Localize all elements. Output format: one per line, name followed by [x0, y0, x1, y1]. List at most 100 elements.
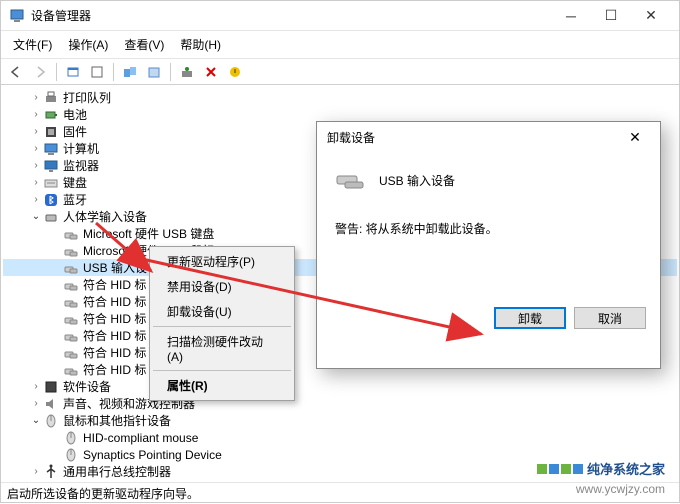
maximize-button[interactable]: ☐: [591, 2, 631, 30]
scan-hardware-button[interactable]: [176, 61, 198, 83]
software-icon: [43, 379, 59, 395]
hid-dev-icon: [63, 243, 79, 259]
tree-item-label: 鼠标和其他指针设备: [63, 412, 171, 429]
context-menu-item[interactable]: 更新驱动程序(P): [152, 249, 292, 274]
context-menu-separator: [153, 326, 291, 327]
tree-item-label: 人体学输入设备: [63, 208, 147, 225]
tree-item[interactable]: › 打印队列: [3, 89, 677, 106]
tree-item-label: Synaptics Pointing Device: [83, 448, 222, 462]
sound-icon: [43, 396, 59, 412]
menu-help[interactable]: 帮助(H): [172, 33, 229, 56]
menu-action[interactable]: 操作(A): [60, 33, 116, 56]
monitor-icon: [43, 158, 59, 174]
dialog-titlebar: 卸载设备 ✕: [317, 122, 660, 152]
tree-item-label: 计算机: [63, 140, 99, 157]
tree-item-label: 符合 HID 标: [83, 293, 146, 310]
tree-item-label: 符合 HID 标: [83, 361, 146, 378]
forward-button[interactable]: [29, 61, 51, 83]
tree-item-label: 通用串行总线控制器: [63, 463, 171, 480]
dialog-close-button[interactable]: ✕: [620, 125, 650, 149]
expander-icon[interactable]: ›: [29, 194, 43, 205]
watermark-url: www.ycwjzy.com: [576, 482, 665, 496]
dialog-ok-button[interactable]: 卸载: [494, 307, 566, 329]
tree-item-label: 键盘: [63, 174, 87, 191]
expander-icon[interactable]: ›: [29, 466, 43, 477]
expander-icon[interactable]: ›: [29, 177, 43, 188]
tree-item-label: USB 输入设备: [83, 259, 159, 276]
usb-icon: [43, 464, 59, 480]
expander-icon[interactable]: ⌄: [29, 211, 43, 222]
tree-item-label: 符合 HID 标: [83, 276, 146, 293]
tree-item-label: 蓝牙: [63, 191, 87, 208]
tree-item-label: 打印队列: [63, 89, 111, 106]
firmware-icon: [43, 124, 59, 140]
hid-dev-icon: [63, 311, 79, 327]
bluetooth-icon: [43, 192, 59, 208]
battery-icon: [43, 107, 59, 123]
context-menu-item[interactable]: 属性(R): [152, 373, 292, 398]
toolbar-icon-2[interactable]: [86, 61, 108, 83]
toolbar: [1, 59, 679, 85]
toolbar-icon-1[interactable]: [62, 61, 84, 83]
window-title: 设备管理器: [31, 7, 551, 24]
expander-icon[interactable]: ›: [29, 126, 43, 137]
expander-icon[interactable]: ›: [29, 160, 43, 171]
app-icon: [9, 8, 25, 24]
update-driver-button[interactable]: [224, 61, 246, 83]
uninstall-dialog: 卸载设备 ✕ USB 输入设备 警告: 将从系统中卸载此设备。 卸载 取消: [316, 121, 661, 369]
hid-dev-icon: [63, 260, 79, 276]
hid-dev-icon: [63, 294, 79, 310]
tree-item[interactable]: › 软件设备: [3, 378, 677, 395]
menu-bar: 文件(F) 操作(A) 查看(V) 帮助(H): [1, 31, 679, 59]
back-button[interactable]: [5, 61, 27, 83]
tree-item-label: 符合 HID 标: [83, 327, 146, 344]
tree-item-label: 软件设备: [63, 378, 111, 395]
tree-item[interactable]: HID-compliant mouse: [3, 429, 677, 446]
context-menu-separator: [153, 370, 291, 371]
watermark-brand: 纯净系统之家: [537, 459, 665, 478]
tree-item[interactable]: ›声音、视频和游戏控制器: [3, 395, 677, 412]
context-menu-item[interactable]: 扫描检测硬件改动(A): [152, 329, 292, 368]
mouse-dev-icon: [63, 430, 79, 446]
tree-item-label: HID-compliant mouse: [83, 431, 198, 445]
context-menu-item[interactable]: 卸载设备(U): [152, 299, 292, 324]
title-bar: 设备管理器 ─ ☐ ✕: [1, 1, 679, 31]
minimize-button[interactable]: ─: [551, 2, 591, 30]
expander-icon[interactable]: ›: [29, 381, 43, 392]
hid-icon: [43, 209, 59, 225]
dialog-title: 卸载设备: [327, 129, 375, 146]
device-icon: [335, 168, 367, 192]
mouse-icon: [43, 413, 59, 429]
keyboard-icon: [43, 175, 59, 191]
tree-item-label: Microsoft 硬件 USB 键盘: [83, 225, 214, 242]
tree-item[interactable]: ⌄ 鼠标和其他指针设备: [3, 412, 677, 429]
close-button[interactable]: ✕: [631, 2, 671, 30]
hid-dev-icon: [63, 362, 79, 378]
dialog-cancel-button[interactable]: 取消: [574, 307, 646, 329]
context-menu: 更新驱动程序(P)禁用设备(D)卸载设备(U) 扫描检测硬件改动(A) 属性(R): [149, 246, 295, 401]
expander-icon[interactable]: ›: [29, 398, 43, 409]
tree-item-label: 监视器: [63, 157, 99, 174]
hid-dev-icon: [63, 345, 79, 361]
toolbar-icon-4[interactable]: [143, 61, 165, 83]
hid-dev-icon: [63, 328, 79, 344]
dialog-warning-text: 警告: 将从系统中卸载此设备。: [335, 220, 642, 237]
menu-file[interactable]: 文件(F): [5, 33, 60, 56]
context-menu-item[interactable]: 禁用设备(D): [152, 274, 292, 299]
uninstall-button[interactable]: [200, 61, 222, 83]
dialog-device-name: USB 输入设备: [379, 172, 455, 189]
printer-icon: [43, 90, 59, 106]
expander-icon[interactable]: ›: [29, 109, 43, 120]
menu-view[interactable]: 查看(V): [116, 33, 172, 56]
tree-item-label: 电池: [63, 106, 87, 123]
expander-icon[interactable]: ›: [29, 143, 43, 154]
hid-dev-icon: [63, 277, 79, 293]
tree-item-label: 符合 HID 标: [83, 310, 146, 327]
hid-dev-icon: [63, 226, 79, 242]
expander-icon[interactable]: ⌄: [29, 415, 43, 426]
mouse-dev-icon: [63, 447, 79, 463]
toolbar-icon-3[interactable]: [119, 61, 141, 83]
expander-icon[interactable]: ›: [29, 92, 43, 103]
tree-item-label: 符合 HID 标: [83, 344, 146, 361]
computer-icon: [43, 141, 59, 157]
